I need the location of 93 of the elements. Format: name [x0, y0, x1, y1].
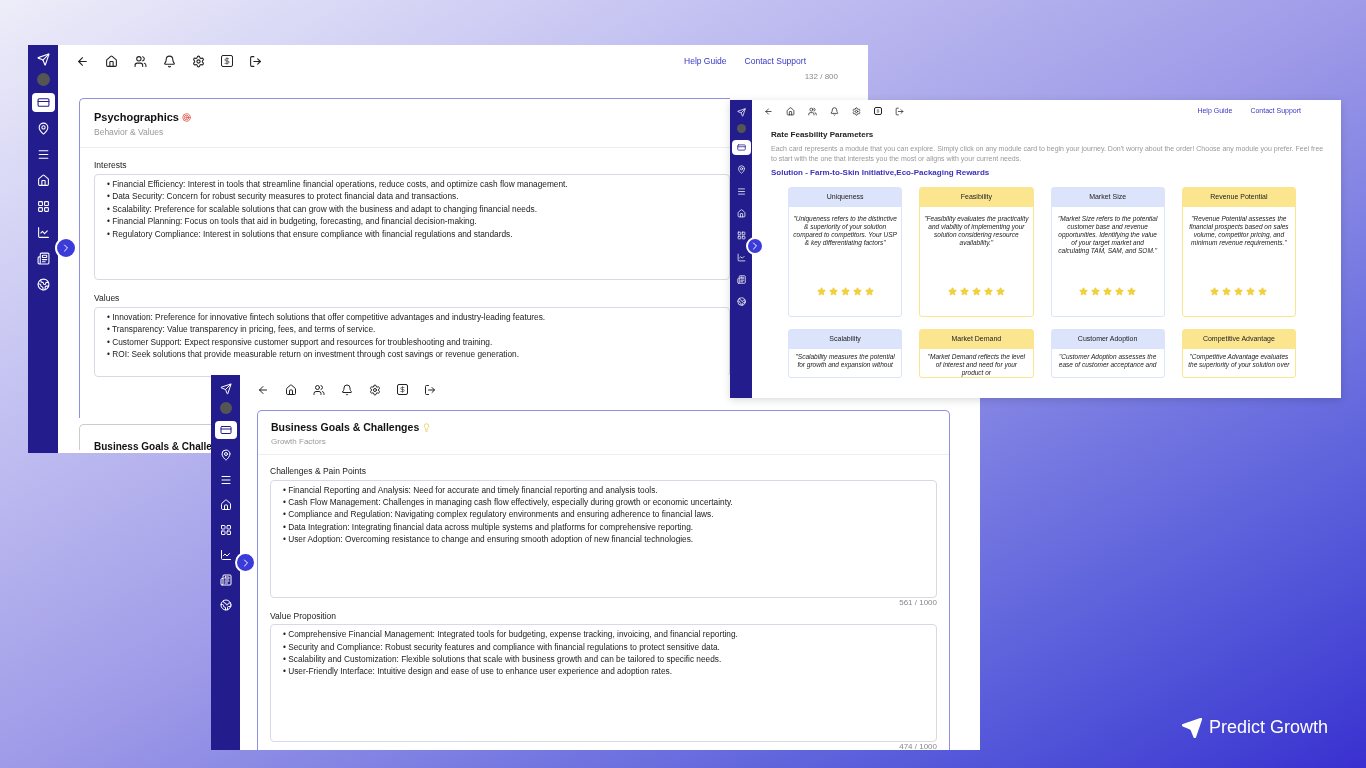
- home-icon: [736, 209, 746, 218]
- dollar-icon[interactable]: [874, 107, 882, 115]
- character-counter: 132 / 800: [804, 73, 838, 81]
- text-area[interactable]: • Financial Reporting and Analysis: Need for accurate and timely financial reporting and analysis tools. • Cash Flow Management: Challenges in managing cash flow effectively, especially during growth or economic uncertainty. • Compliance and Regulation: Navigating complex regulatory environments and ensuring adherence to financial laws. • Data Integration: Integrating financial data across multiple systems and platforms for comprehensive reporting. • User Adoption: Overcoming resistance to change and ensuring smooth adoption of new financial technologies.: [270, 479, 937, 598]
- star-icon[interactable]: [1127, 287, 1137, 296]
- star-icon[interactable]: [983, 287, 993, 296]
- sidebar-item[interactable]: [731, 140, 751, 155]
- grid-icon: [219, 524, 232, 536]
- field-label: Challenges & Pain Points: [270, 464, 366, 478]
- card-title: Psychographics: [94, 110, 179, 125]
- star-icon[interactable]: [852, 287, 862, 296]
- home-icon: [36, 174, 50, 187]
- star-icon[interactable]: [1210, 287, 1220, 296]
- star-icon[interactable]: [1079, 287, 1089, 296]
- menu-icon: [736, 187, 746, 196]
- star-icon[interactable]: [816, 287, 826, 296]
- bell-icon[interactable]: [341, 383, 353, 396]
- users-icon[interactable]: [134, 54, 147, 68]
- chart-icon: [219, 549, 232, 561]
- logo-icon: [1181, 716, 1203, 739]
- logo-icon[interactable]: [219, 383, 232, 395]
- sidebar-item[interactable]: [31, 93, 55, 112]
- map-pin-icon: [736, 165, 746, 174]
- star-icon[interactable]: [1234, 287, 1244, 296]
- chart-icon: [736, 253, 746, 262]
- dollar-icon[interactable]: [397, 384, 408, 395]
- card-icon: [219, 424, 232, 436]
- star-icon[interactable]: [959, 287, 969, 296]
- card-title: Business Goals & Challenges: [271, 420, 420, 435]
- expand-button[interactable]: [746, 237, 764, 255]
- globe-icon: [219, 599, 232, 611]
- star-icon[interactable]: [971, 287, 981, 296]
- back-icon[interactable]: [764, 106, 773, 116]
- logout-icon[interactable]: [424, 383, 436, 396]
- card-subtitle: Growth Factors: [271, 435, 326, 448]
- map-pin-icon: [219, 449, 232, 461]
- logout-icon[interactable]: [249, 54, 262, 68]
- star-icon[interactable]: [840, 287, 850, 296]
- logout-icon[interactable]: [895, 106, 904, 116]
- grid-icon: [736, 231, 746, 240]
- card-icon: [36, 96, 50, 109]
- card-subtitle: Behavior & Values: [94, 125, 164, 139]
- star-icon[interactable]: [1246, 287, 1256, 296]
- logo-icon[interactable]: [36, 53, 50, 66]
- map-pin-icon: [36, 122, 50, 135]
- bell-icon[interactable]: [163, 54, 176, 68]
- solution-heading: Solution - Farm-to-Skin Initiative,Eco-Packaging Rewards: [771, 167, 990, 179]
- expand-button[interactable]: [55, 237, 77, 259]
- lightbulb-icon: [422, 423, 432, 433]
- home-icon[interactable]: [105, 54, 118, 68]
- grid-icon: [36, 200, 50, 213]
- menu-icon: [36, 148, 50, 161]
- star-icon[interactable]: [1103, 287, 1113, 296]
- logo-icon[interactable]: [736, 108, 746, 117]
- globe-icon: [736, 297, 746, 306]
- settings-icon[interactable]: [369, 383, 381, 396]
- star-icon[interactable]: [947, 287, 957, 296]
- card-icon: [736, 143, 746, 152]
- text-area[interactable]: • Financial Efficiency: Interest in tools that streamline financial operations, reduce costs, and optimize cash flow management. • Data Security: Concern for robust security measures to protect financial data and transactions. • Scalability: Preference for scalable solutions that can grow with the business and adapt to changing financial needs. • Financial Planning: Focus on tools that aid in budgeting, forecasting, and financial decision-making. • Regulatory Compliance: Interest in solutions that ensure compliance with financial regulations and standards.: [94, 174, 730, 280]
- text-area[interactable]: • Comprehensive Financial Management: Integrated tools for budgeting, expense tracking, invoicing, and financial reporting. • Security and Compliance: Robust security features and compliance with financial regulations to protect sensitive data. • Scalability and Customization: Flexible solutions that scale with business growth and can be tailored to specific needs. • User-Friendly Interface: Intuitive design and ease of use to enhance user experience and adoption rates.: [270, 624, 937, 743]
- brand-name: Predict Growth: [1209, 716, 1329, 739]
- character-counter: 474 / 1000: [899, 742, 937, 750]
- star-icon[interactable]: [864, 287, 874, 296]
- field-label: Value Proposition: [270, 609, 336, 623]
- field-label: Interests: [94, 159, 127, 172]
- star-icon[interactable]: [1091, 287, 1101, 296]
- text-area[interactable]: • Innovation: Preference for innovative fintech solutions that offer competitive advantages and industry-leading features. • Transparency: Value transparency in pricing, fees, and terms of service. • Customer Support: Expect responsive customer support and resources for troubleshooting and training. • ROI: Seek solutions that provide measurable return on investment through cost savings or revenue generation.: [94, 306, 730, 377]
- star-icon[interactable]: [995, 287, 1005, 296]
- star-icon[interactable]: [828, 287, 838, 296]
- star-icon[interactable]: [1222, 287, 1232, 296]
- users-icon[interactable]: [313, 383, 325, 396]
- header-link[interactable]: Contact Support: [744, 54, 806, 68]
- star-icon[interactable]: [1258, 287, 1268, 296]
- star-icon[interactable]: [1115, 287, 1125, 296]
- target-icon: [182, 112, 191, 122]
- menu-icon: [219, 474, 232, 486]
- character-counter: 561 / 1000: [899, 597, 937, 608]
- card-title: Business Goals & Challe: [94, 441, 212, 452]
- settings-icon[interactable]: [192, 54, 205, 68]
- newspaper-icon: [219, 574, 232, 586]
- globe-icon: [36, 278, 50, 291]
- header-link[interactable]: Help Guide: [684, 54, 727, 68]
- back-icon[interactable]: [76, 54, 89, 68]
- dollar-icon[interactable]: [221, 55, 233, 67]
- newspaper-icon: [736, 275, 746, 284]
- chart-icon: [36, 226, 50, 239]
- sidebar-item[interactable]: [214, 421, 237, 439]
- home-icon: [219, 499, 232, 511]
- field-label: Values: [94, 292, 120, 305]
- page-title: Rate Feasbility Parameters: [771, 129, 874, 141]
- home-icon[interactable]: [285, 383, 297, 396]
- home-icon[interactable]: [786, 106, 795, 116]
- newspaper-icon: [36, 252, 50, 265]
